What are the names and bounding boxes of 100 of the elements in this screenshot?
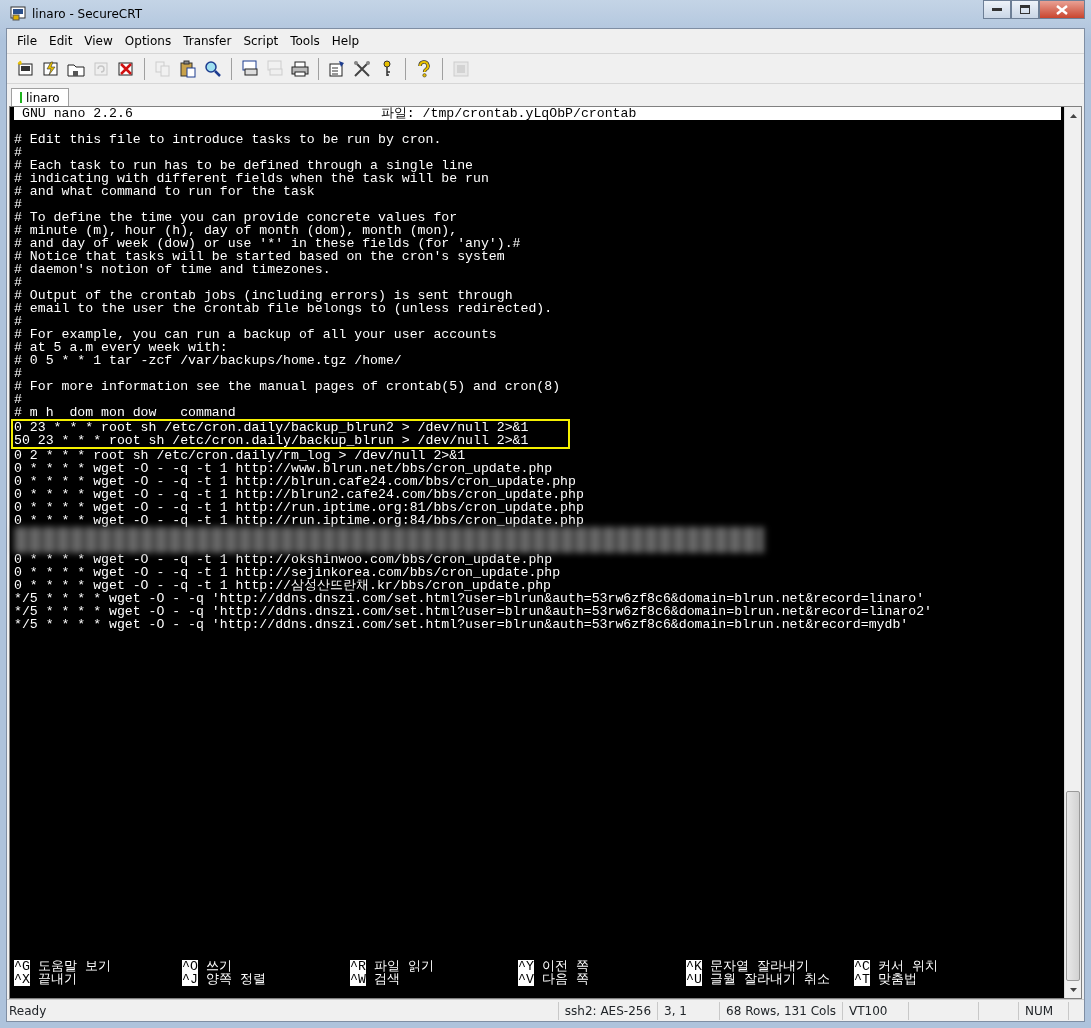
terminal-line: 0 2 * * * root sh /etc/cron.daily/rm_log > /dev/null 2>&1 [14, 449, 466, 462]
terminal-line: 0 * * * * wget -O - -q -t 1 http://삼성산뜨란채.kr/bbs/cron_update.php [14, 579, 551, 592]
terminal-line: 50 23 * * * root sh /etc/cron.daily/backup_blrun > /dev/null 2>&1 [11, 434, 570, 449]
terminal-line: # [14, 367, 23, 380]
terminal-screen[interactable] [9, 106, 1082, 999]
terminal-line: # m h dom mon dow command [14, 406, 237, 419]
terminal-line: # For example, you can run a backup of all your user accounts [14, 328, 498, 341]
terminal-line: 0 * * * * wget -O - -q -t 1 http://www.blrun.net/bbs/cron_update.php [14, 462, 553, 475]
shortcut-label: 쓰기 [205, 960, 232, 973]
scroll-down-arrow-icon[interactable] [1069, 987, 1077, 992]
shortcut-label: 맞춤법 [877, 973, 917, 986]
terminal-line: */5 * * * * wget -O - -q 'http://ddns.dnszi.com/set.html?user=blrun&auth=53rw6zf8c6&domain=blrun.net&record=mydb' [14, 618, 909, 631]
shortcut-label: 커서 위치 [877, 960, 938, 973]
terminal-line: # indicating with different fields when the task will be run [14, 172, 490, 185]
shortcut-key: ^W [350, 973, 366, 986]
clipboard-icon[interactable] [179, 59, 197, 78]
session-tab[interactable]: linaro [11, 88, 69, 106]
close-icon [1056, 4, 1068, 15]
screen-printer-icon[interactable] [241, 59, 259, 78]
terminal-line: # Output of the crontab jobs (including errors) is sent through [14, 289, 513, 302]
printer-icon[interactable] [291, 59, 309, 78]
search-icon[interactable] [204, 59, 222, 78]
terminal-line: 0 * * * * wget -O - -q -t 1 http://sejinkorea.com/bbs/cron_update.php [14, 566, 562, 579]
scroll-up-arrow-icon[interactable] [1069, 113, 1077, 118]
scrollbar-thumb[interactable] [1066, 791, 1080, 981]
terminal-line: # email to the user the crontab file belongs to (unless redirected). [14, 302, 554, 315]
lightning-terminal-icon[interactable] [42, 59, 60, 78]
menu-item[interactable]: Transfer [177, 31, 238, 51]
shortcut-key: ^G [14, 960, 30, 973]
shortcut-key: ^C [854, 960, 870, 973]
app-icon [10, 6, 26, 22]
terminal-line: 0 * * * * wget -O - -q -t 1 http://run.iptime.org:84/bbs/cron_update.php [14, 514, 585, 527]
terminal-line: # and what command to run for the task [14, 185, 316, 198]
terminal-line: */5 * * * * wget -O - -q 'http://ddns.dnszi.com/set.html?user=blrun&auth=53rw6zf8c6&domain=blrun.net&record=linaro' [14, 592, 925, 605]
menu-item[interactable]: Help [325, 31, 366, 51]
shortcut-label: 양쪽 정렬 [205, 973, 266, 986]
terminal-line: # [14, 315, 23, 328]
shortcut-label: 이전 쪽 [541, 960, 589, 973]
terminal-line: # 0 5 * * 1 tar -zcf /var/backups/home.tgz /home/ [14, 354, 403, 367]
shortcut-key: ^U [686, 973, 702, 986]
shortcut-label: 도움말 보기 [37, 960, 111, 973]
menu-item[interactable]: Script [237, 31, 285, 51]
scrollbar[interactable] [1064, 107, 1081, 998]
status-message: Ready [9, 1002, 48, 1020]
close-button[interactable] [1039, 0, 1085, 19]
shortcut-key: ^R [350, 960, 366, 973]
terminal-line: # To define the time you can provide concrete values for [14, 211, 459, 224]
minimize-button[interactable] [983, 0, 1011, 19]
menu-item[interactable]: View [78, 31, 119, 51]
terminal-line: # and day of week (dow) or use '*' in these fields (for 'any').# [14, 237, 522, 250]
terminal-line: 0 * * * * wget -O - -q -t 1 http://blrun.cafe24.com/bbs/cron_update.php [14, 475, 576, 488]
status-cipher: ssh2: AES-256 [557, 1001, 658, 1020]
new-session-icon[interactable] [17, 59, 35, 78]
shortcut-key: ^V [518, 973, 534, 986]
terminal-line: # Notice that tasks will be started based on the cron's system [14, 250, 505, 263]
terminal-line: # [14, 276, 23, 289]
menu-item[interactable]: Edit [43, 31, 79, 51]
shortcut-key: ^X [14, 973, 30, 986]
status-size: 68 Rows, 131 Cols [719, 1001, 842, 1020]
menu-item[interactable]: File [11, 31, 44, 51]
status-emulation: VT100 [842, 1001, 908, 1020]
terminal-line: # at 5 a.m every week with: [14, 341, 229, 354]
terminal-line: */5 * * * * wget -O - -q 'http://ddns.dnszi.com/set.html?user=blrun&auth=53rw6zf8c6&domain=blrun.net&record=linaro2' [14, 605, 933, 618]
shortcut-key: ^O [182, 960, 198, 973]
maximize-button[interactable] [1011, 0, 1039, 19]
menu-item[interactable]: Options [118, 31, 178, 51]
disconnect-icon[interactable] [117, 59, 135, 78]
terminal-line: # For more information see the manual pages of crontab(5) and cron(8) [14, 380, 562, 393]
terminal-line: 0 * * * * wget -O - -q -t 1 http://okshinwoo.com/bbs/cron_update.php [14, 553, 553, 566]
terminal-line: # [14, 146, 23, 159]
shortcut-label: 다음 쪽 [541, 973, 589, 986]
menu-item[interactable]: Tools [284, 31, 326, 51]
terminal-line: 0 * * * * wget -O - -q -t 1 http://run.iptime.org:81/bbs/cron_update.php [14, 501, 585, 514]
status-num-lock: NUM [1018, 1001, 1068, 1020]
shortcut-key: ^Y [518, 960, 534, 973]
terminal-line: 0 23 * * * root sh /etc/cron.daily/backup_blrun2 > /dev/null 2>&1 [11, 419, 570, 434]
terminal-line: # [14, 393, 23, 406]
shortcut-label: 파일 읽기 [373, 960, 434, 973]
maximize-icon [1020, 5, 1030, 14]
terminal-line: # Each task to run has to be defined through a single line [14, 159, 474, 172]
terminal-line: 0 * * * * wget -O - -q -t 1 http://blrun2.cafe24.com/bbs/cron_update.php [14, 488, 585, 501]
terminal-line: # [14, 198, 23, 211]
tools-icon[interactable] [353, 59, 371, 78]
shortcut-label: 문자열 잘라내기 [709, 960, 809, 973]
minimize-icon [992, 7, 1002, 12]
editor-version: GNU nano 2.2.6 [22, 107, 133, 120]
shortcut-label: 글월 잘라내기 취소 [709, 973, 830, 986]
status-cursor: 3, 1 [657, 1001, 720, 1020]
terminal-line: # minute (m), hour (h), day of month (dom), month (mon), [14, 224, 459, 237]
properties-icon[interactable] [328, 59, 346, 78]
help-icon[interactable] [415, 59, 433, 78]
shortcut-label: 검색 [373, 973, 400, 986]
shortcut-key: ^T [854, 973, 870, 986]
shortcut-key: ^J [182, 973, 198, 986]
terminal-line: # Edit this file to introduce tasks to be run by cron. [14, 133, 443, 146]
terminal-line: # daemon's notion of time and timezones. [14, 263, 332, 276]
editor-file-name: 파일: /tmp/crontab.yLqObP/crontab [380, 107, 637, 120]
window-title: linaro - SecureCRT [32, 6, 143, 23]
shortcut-label: 끝내기 [37, 973, 77, 986]
shortcut-key: ^K [686, 960, 702, 973]
